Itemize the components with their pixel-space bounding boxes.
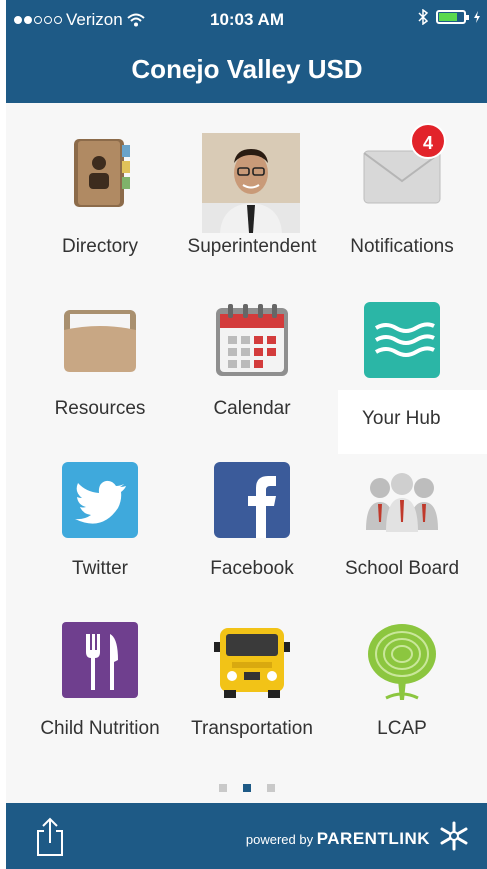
people-icon (366, 473, 438, 532)
app-header: Verizon 10:03 AM Conejo Valley USD (6, 0, 487, 103)
tile-resources[interactable]: Resources (20, 300, 180, 450)
powered-by-label: powered by (245, 832, 314, 847)
fork-knife-icon (62, 622, 138, 698)
tile-label: Transportation (191, 718, 313, 739)
tile-directory[interactable]: Directory (20, 133, 180, 283)
page-title: Conejo Valley USD (131, 54, 363, 84)
bus-icon (214, 628, 290, 698)
tile-lcap[interactable]: LCAP (322, 620, 482, 770)
battery-icon (436, 10, 469, 24)
brand-name: PARENTLINK (316, 829, 430, 848)
page-dot-1[interactable] (219, 784, 227, 792)
status-bar: Verizon 10:03 AM (6, 0, 487, 36)
tile-label: LCAP (377, 718, 427, 739)
bluetooth-icon (418, 9, 428, 25)
superintendent-photo (202, 133, 300, 233)
tile-facebook[interactable]: Facebook (172, 460, 332, 610)
calendar-icon (216, 304, 288, 376)
tile-transportation[interactable]: Transportation (172, 620, 332, 770)
folder-icon (64, 310, 136, 372)
page-indicator[interactable] (6, 784, 487, 792)
waves-icon (364, 302, 440, 378)
tile-twitter[interactable]: Twitter (20, 460, 180, 610)
tile-child-nutrition[interactable]: Child Nutrition (20, 620, 180, 770)
tile-calendar[interactable]: Calendar (172, 300, 332, 450)
fingerprint-tree-icon (368, 624, 436, 700)
tile-label: Child Nutrition (40, 718, 160, 739)
tile-label: Twitter (72, 558, 128, 579)
notification-badge: 4 (410, 123, 446, 159)
tile-label: Superintendent (187, 236, 317, 257)
powered-by-text: powered by PARENTLINK (246, 829, 430, 849)
twitter-icon (62, 462, 138, 538)
status-right (418, 9, 480, 25)
tile-label: School Board (344, 558, 460, 579)
tile-label: Resources (54, 398, 146, 419)
tile-label: Notifications (350, 236, 454, 257)
tile-label: Directory (61, 236, 138, 257)
tile-label: Facebook (210, 558, 294, 579)
page-dot-3[interactable] (267, 784, 275, 792)
app-footer: powered by PARENTLINK (6, 803, 487, 869)
facebook-icon (214, 462, 290, 538)
your-hub-label: Your Hub (338, 390, 487, 454)
share-icon[interactable] (34, 817, 66, 857)
tile-label: Calendar (213, 398, 291, 419)
app-screen: Verizon 10:03 AM Conejo Valley USD Direc… (6, 0, 487, 869)
charging-icon (474, 11, 480, 23)
tile-school-board[interactable]: School Board (322, 460, 482, 610)
tile-superintendent[interactable]: Superintendent (172, 133, 332, 283)
address-book-icon (74, 139, 130, 207)
status-time: 10:03 AM (209, 10, 284, 29)
tile-notifications[interactable]: 4 Notifications (322, 123, 482, 283)
parentlink-logo-icon (440, 821, 468, 851)
notifications-icon-wrap: 4 (362, 123, 446, 213)
page-dot-2[interactable] (243, 784, 251, 792)
